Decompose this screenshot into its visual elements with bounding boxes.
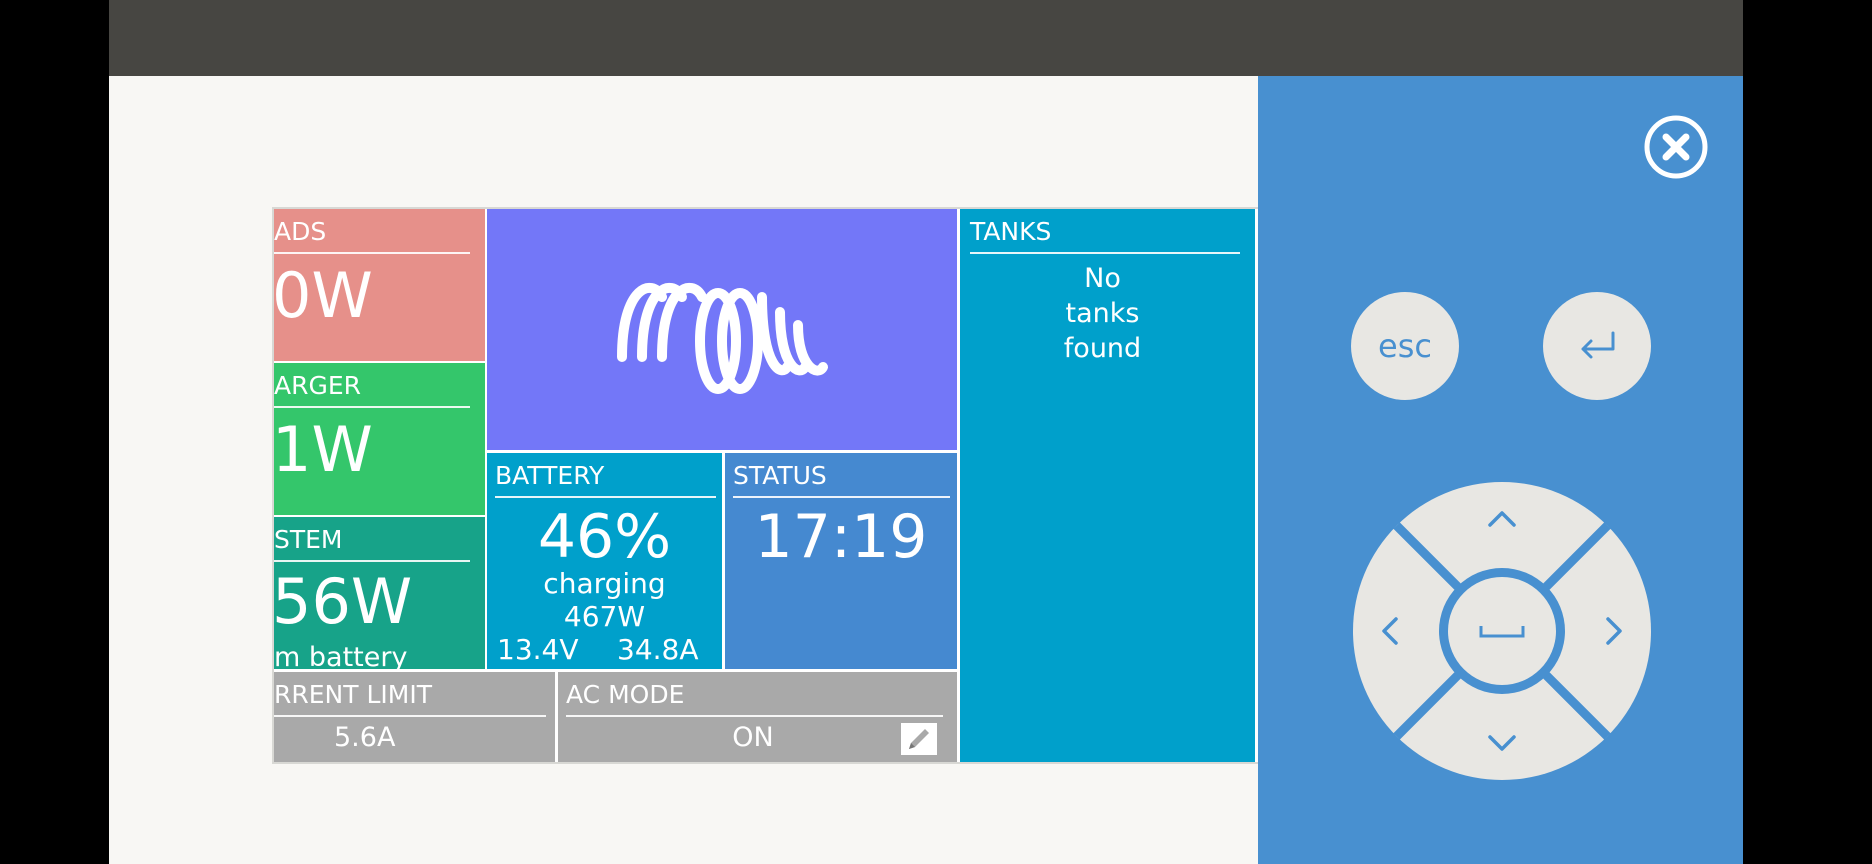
space-button[interactable] (1448, 577, 1556, 685)
content-area: ADS 0W ARGER 1W STEM 56W m battery BATTE… (109, 76, 1357, 864)
esc-label: esc (1378, 327, 1432, 365)
tile-loads-value: 0W (274, 259, 373, 332)
tile-loads-divider (274, 252, 470, 254)
remote-control-panel: esc (1258, 76, 1743, 864)
tile-charger-title: ARGER (274, 371, 362, 400)
tile-loads-title: ADS (274, 217, 327, 246)
dpad[interactable] (1352, 481, 1652, 781)
tile-tanks-divider (970, 252, 1240, 254)
esc-button[interactable]: esc (1351, 292, 1459, 400)
tile-status[interactable]: STATUS 17:19 (725, 453, 957, 669)
tanks-message: No tanks found (1063, 263, 1142, 364)
close-icon[interactable] (1643, 114, 1709, 180)
top-bar (109, 0, 1743, 76)
device-screen: ADS 0W ARGER 1W STEM 56W m battery BATTE… (274, 209, 1255, 762)
ac-mode-value: ON (732, 722, 774, 753)
battery-voltage: 13.4V (497, 633, 579, 666)
current-limit-value: 5.6A (334, 722, 396, 753)
edit-icon[interactable] (901, 723, 937, 755)
tile-status-title: STATUS (733, 461, 827, 490)
tile-system-value: 56W (274, 565, 413, 638)
enter-icon (1581, 331, 1615, 359)
tile-battery-divider (495, 496, 716, 498)
tile-battery-title: BATTERY (495, 461, 605, 490)
battery-soc: 46% (537, 502, 672, 572)
status-time: 17:19 (754, 502, 928, 572)
tile-system-title: STEM (274, 525, 343, 554)
battery-current: 34.8A (617, 633, 699, 666)
device-screen-frame: ADS 0W ARGER 1W STEM 56W m battery BATTE… (272, 207, 1357, 764)
victron-logo (617, 283, 828, 394)
battery-power: 467W (563, 600, 646, 633)
tile-ac-mode[interactable]: AC MODE ON (558, 672, 957, 762)
tile-system-source: m battery (274, 642, 408, 669)
tile-ac-mode-title: AC MODE (566, 680, 685, 709)
tile-current-limit-title: RRENT LIMIT (274, 680, 432, 709)
enter-button[interactable] (1543, 292, 1651, 400)
tile-system[interactable]: STEM 56W m battery (274, 517, 485, 669)
tile-status-divider (733, 496, 950, 498)
tile-system-divider (274, 560, 470, 562)
tile-current-limit[interactable]: RRENT LIMIT 5.6A (274, 672, 555, 762)
tile-charger-value: 1W (274, 413, 373, 486)
tile-battery[interactable]: BATTERY 46% charging 467W 13.4V 34.8A (487, 453, 722, 669)
tile-tanks-title: TANKS (970, 217, 1052, 246)
tile-charger-divider (274, 406, 470, 408)
tile-loads[interactable]: ADS 0W (274, 209, 485, 361)
tile-charger[interactable]: ARGER 1W (274, 363, 485, 515)
battery-state: charging (543, 567, 666, 600)
tile-ac-mode-divider (566, 715, 943, 717)
tile-current-limit-divider (274, 715, 546, 717)
tile-logo (487, 209, 957, 450)
tile-tanks[interactable]: TANKS No tanks found (960, 209, 1255, 762)
